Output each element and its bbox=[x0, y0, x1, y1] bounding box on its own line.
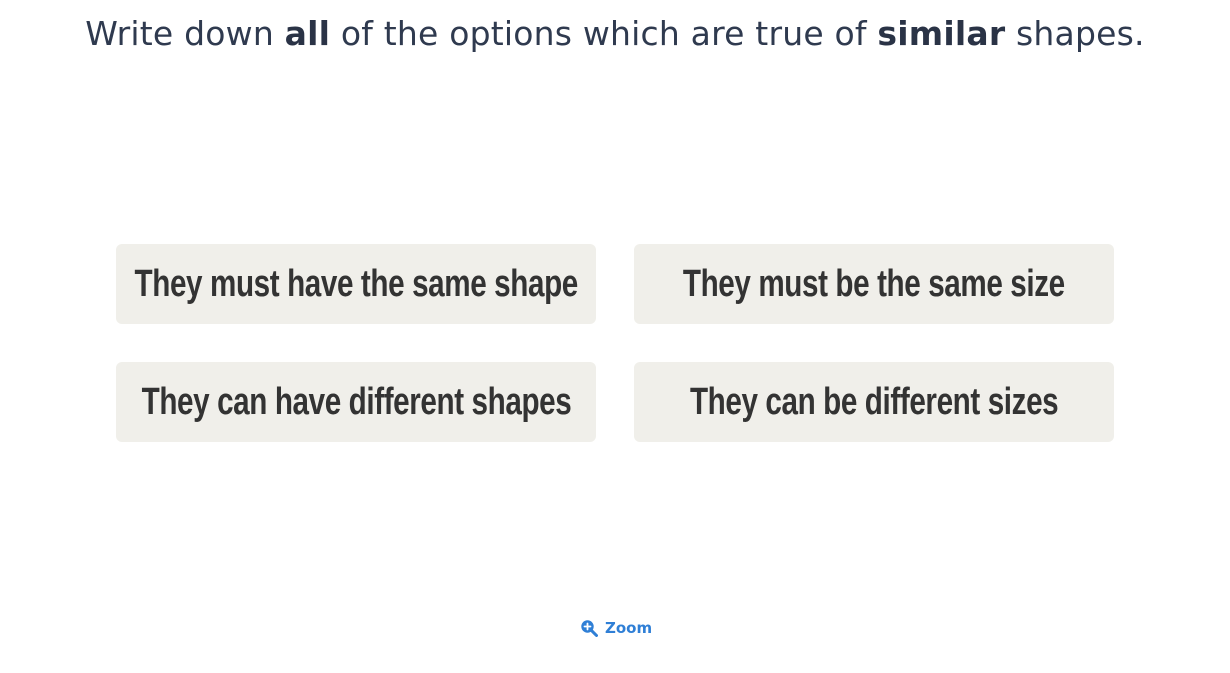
option-label: They can be different sizes bbox=[689, 380, 1059, 423]
question-emphasis-similar: similar bbox=[877, 14, 1006, 53]
option-label: They must be the same size bbox=[683, 262, 1065, 305]
option-same-size[interactable]: They must be the same size bbox=[634, 244, 1114, 324]
zoom-button[interactable]: Zoom bbox=[580, 619, 652, 637]
question-emphasis-all: all bbox=[284, 14, 331, 53]
question-text-3: shapes. bbox=[1005, 14, 1145, 53]
option-same-shape[interactable]: They must have the same shape bbox=[116, 244, 596, 324]
question-text-2: of the options which are true of bbox=[330, 14, 878, 53]
option-different-shapes[interactable]: They can have different shapes bbox=[116, 362, 596, 442]
zoom-in-icon bbox=[581, 620, 598, 637]
question-text-1: Write down bbox=[85, 14, 285, 53]
option-label: They must have the same shape bbox=[134, 262, 578, 305]
option-label: They can have different shapes bbox=[141, 380, 571, 423]
question-prompt: Write down all of the options which are … bbox=[0, 14, 1230, 53]
option-different-sizes[interactable]: They can be different sizes bbox=[634, 362, 1114, 442]
zoom-label: Zoom bbox=[605, 619, 653, 637]
